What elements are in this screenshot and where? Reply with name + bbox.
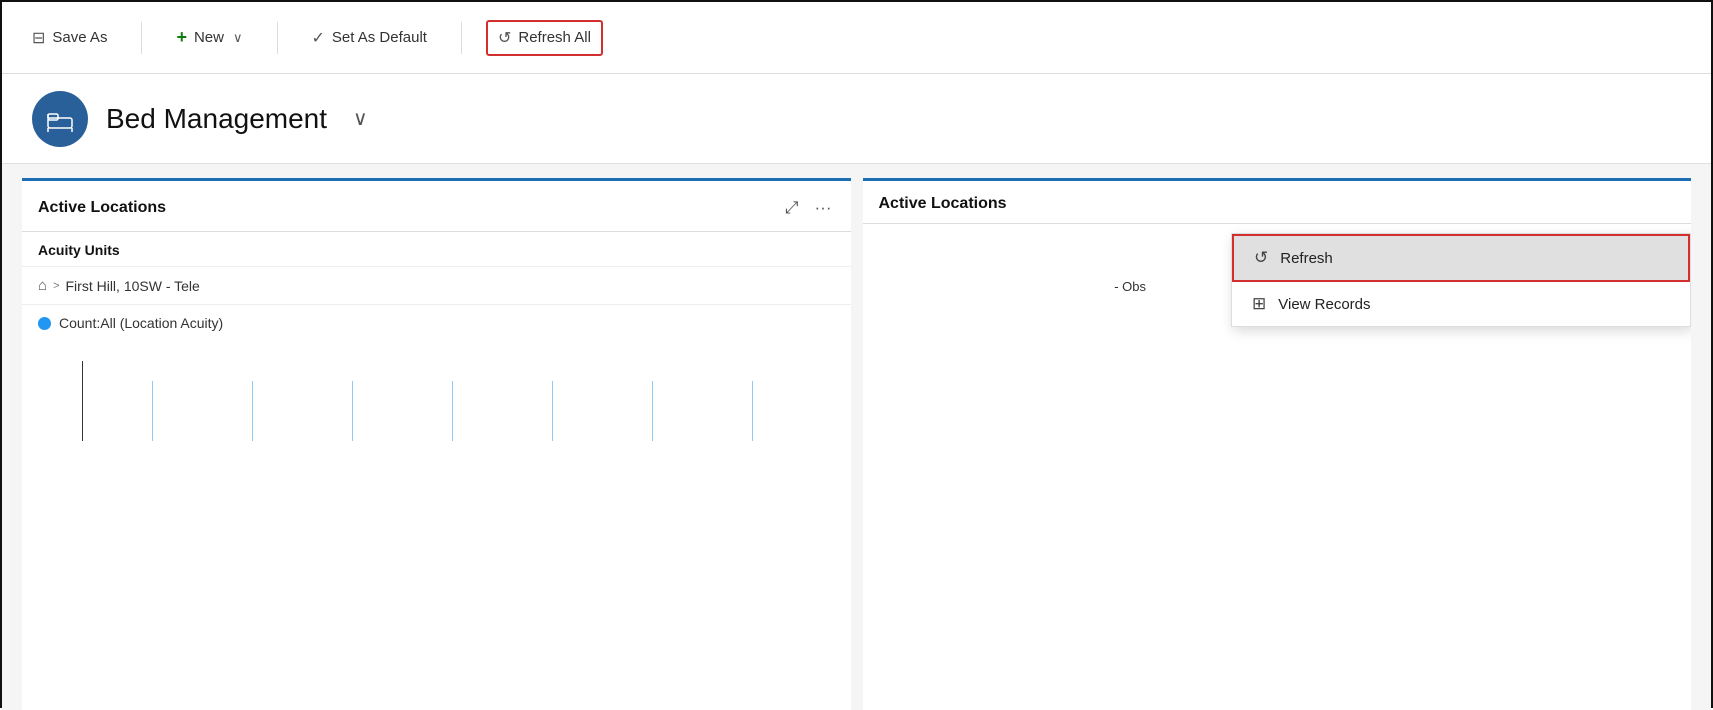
checkmark-icon: ✓ — [312, 28, 325, 48]
right-panel-title: Active Locations — [879, 195, 1007, 213]
refresh-all-label: Refresh All — [518, 29, 591, 46]
divider-2 — [277, 22, 278, 54]
breadcrumb-text: First Hill, 10SW - Tele — [66, 278, 200, 294]
new-label: New — [194, 29, 224, 46]
breadcrumb-row: ⌂ > First Hill, 10SW - Tele — [22, 267, 851, 305]
app-title-chevron-icon[interactable]: ∨ — [353, 106, 368, 131]
set-as-default-label: Set As Default — [332, 29, 427, 46]
obs-label: - Obs — [1114, 279, 1146, 294]
bed-management-icon — [45, 104, 75, 134]
app-header: Bed Management ∨ — [2, 74, 1711, 164]
save-as-button[interactable]: ⊟ Save As — [22, 22, 117, 54]
left-panel-title: Active Locations — [38, 199, 166, 217]
chart-line-6 — [652, 381, 653, 441]
toolbar: ⊟ Save As + New ∨ ✓ Set As Default ↺ Ref… — [2, 2, 1711, 74]
set-as-default-button[interactable]: ✓ Set As Default — [302, 22, 437, 54]
chart-line-5 — [552, 381, 553, 441]
left-panel-icons: ⤢ ··· — [782, 195, 835, 221]
save-icon: ⊟ — [32, 28, 45, 48]
app-title: Bed Management — [106, 103, 327, 135]
refresh-menu-item[interactable]: ↺ Refresh — [1232, 234, 1690, 282]
more-options-icon[interactable]: ··· — [812, 195, 835, 221]
divider-1 — [141, 22, 142, 54]
divider-3 — [461, 22, 462, 54]
refresh-icon: ↺ — [498, 28, 511, 48]
count-row: Count:All (Location Acuity) — [22, 305, 851, 341]
count-dot — [38, 317, 51, 330]
chart-line-3 — [352, 381, 353, 441]
new-button[interactable]: + New ∨ — [166, 21, 252, 54]
plus-icon: + — [176, 27, 187, 48]
left-panel: Active Locations ⤢ ··· Acuity Units ⌂ > … — [22, 178, 851, 710]
content-area: Active Locations ⤢ ··· Acuity Units ⌂ > … — [2, 164, 1711, 710]
refresh-menu-icon: ↺ — [1254, 248, 1268, 268]
home-icon: ⌂ — [38, 277, 47, 294]
chart-line-2 — [252, 381, 253, 441]
view-records-menu-item[interactable]: ⊞ View Records — [1232, 282, 1690, 326]
app-icon-circle — [32, 91, 88, 147]
left-panel-header: Active Locations ⤢ ··· — [22, 181, 851, 232]
expand-icon[interactable]: ⤢ — [782, 195, 802, 221]
count-label: Count:All (Location Acuity) — [59, 315, 223, 331]
breadcrumb-chevron-icon: > — [53, 280, 59, 292]
new-chevron-icon: ∨ — [233, 30, 243, 46]
section-label: Acuity Units — [22, 232, 851, 267]
refresh-all-button[interactable]: ↺ Refresh All — [486, 20, 603, 56]
chart-line-4 — [452, 381, 453, 441]
chart-line-1 — [152, 381, 153, 441]
view-records-label: View Records — [1278, 296, 1370, 313]
right-panel: Active Locations ↺ Refresh ⊞ View Record… — [863, 178, 1692, 710]
context-menu: ↺ Refresh ⊞ View Records — [1231, 233, 1691, 327]
save-as-label: Save As — [52, 29, 107, 46]
view-records-icon: ⊞ — [1252, 294, 1266, 314]
chart-lines — [22, 341, 851, 441]
right-panel-header: Active Locations — [863, 181, 1692, 224]
refresh-menu-label: Refresh — [1280, 250, 1333, 267]
chart-axis — [82, 361, 83, 441]
chart-line-7 — [752, 381, 753, 441]
